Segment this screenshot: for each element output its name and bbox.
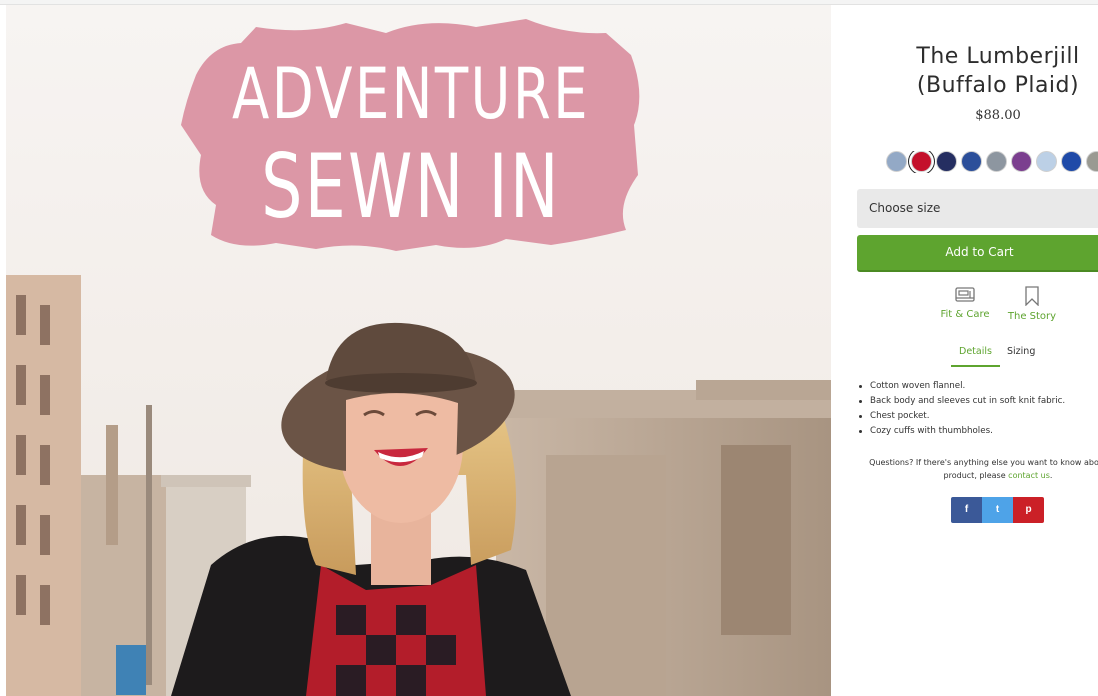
product-title: The Lumberjill (Buffalo Plaid): [871, 42, 1098, 100]
product-title-line-2: (Buffalo Plaid): [916, 73, 1080, 98]
list-item: Cozy cuffs with thumbholes.: [857, 424, 1098, 439]
product-price: $88.00: [975, 108, 1021, 123]
swatch-7[interactable]: [1036, 151, 1057, 172]
swatch-5[interactable]: [986, 151, 1007, 172]
swatch-6[interactable]: [1011, 151, 1032, 172]
size-select[interactable]: Choose size: [857, 189, 1098, 228]
active-tab-underline: [951, 365, 1000, 367]
hero-banner: ADVENTURE SEWN IN: [176, 17, 646, 259]
details-list: Cotton woven flannel. Back body and slee…: [857, 379, 1098, 439]
swatch-2-selected[interactable]: [911, 151, 932, 172]
questions-prefix: product, please: [943, 471, 1009, 480]
tab-sizing[interactable]: Sizing: [1007, 346, 1035, 357]
twitter-share-button[interactable]: t: [982, 497, 1013, 523]
fit-care-label: Fit & Care: [940, 309, 990, 320]
contact-us-link[interactable]: contact us: [1008, 471, 1050, 480]
fit-care-link[interactable]: Fit & Care: [931, 286, 999, 320]
swatch-4[interactable]: [961, 151, 982, 172]
swatch-9[interactable]: [1086, 151, 1098, 172]
questions-line-1: Questions? If there's anything else you …: [869, 458, 1098, 467]
product-panel: The Lumberjill (Buffalo Plaid) $88.00 Ch…: [831, 5, 1098, 696]
questions-text: Questions? If there's anything else you …: [867, 456, 1098, 482]
list-item: Cotton woven flannel.: [857, 379, 1098, 394]
twitter-icon: t: [995, 504, 1000, 515]
swatch-3[interactable]: [936, 151, 957, 172]
pinterest-icon: p: [1025, 504, 1032, 515]
swatch-1[interactable]: [886, 151, 907, 172]
questions-suffix: .: [1049, 471, 1053, 480]
list-item: Back body and sleeves cut in soft knit f…: [857, 394, 1098, 409]
add-to-cart-button[interactable]: Add to Cart: [857, 235, 1098, 272]
bookmark-icon: [1025, 286, 1039, 306]
hero-image: ADVENTURE SEWN IN: [6, 5, 831, 696]
facebook-icon: f: [964, 504, 969, 515]
facebook-share-button[interactable]: f: [951, 497, 982, 523]
story-link[interactable]: The Story: [1001, 286, 1063, 322]
color-swatches: [886, 151, 1098, 173]
banner-line-2: SEWN IN: [261, 135, 561, 238]
list-item: Chest pocket.: [857, 409, 1098, 424]
tab-details[interactable]: Details: [959, 346, 992, 357]
product-title-line-1: The Lumberjill: [916, 44, 1080, 69]
banner-line-1: ADVENTURE: [232, 53, 590, 135]
pinterest-share-button[interactable]: p: [1013, 497, 1044, 523]
questions-line-2: product, please contact us.: [944, 471, 1053, 480]
story-label: The Story: [1007, 311, 1057, 322]
share-buttons: f t p: [951, 497, 1044, 523]
swatch-8[interactable]: [1061, 151, 1082, 172]
sewing-machine-icon: [955, 287, 975, 302]
